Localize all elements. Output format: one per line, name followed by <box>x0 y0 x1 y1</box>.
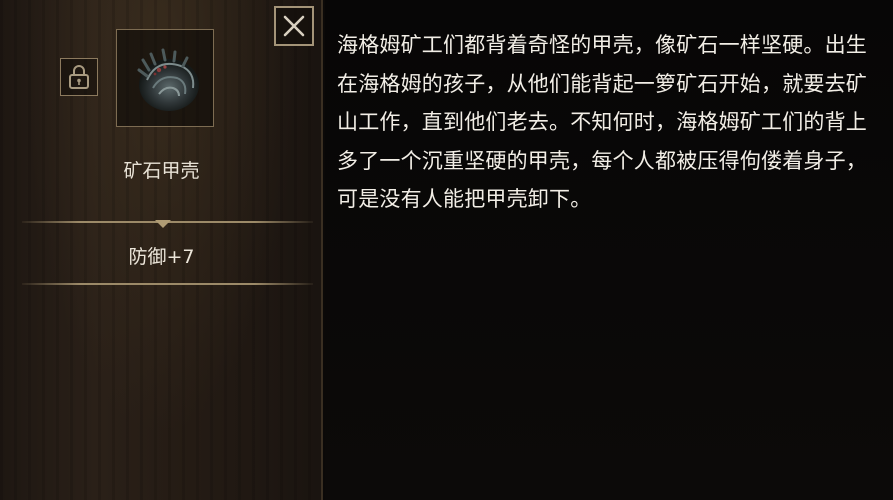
stat-value: 防御+7 <box>128 246 195 268</box>
item-description: 海格姆矿工们都背着奇怪的甲壳，像矿石一样坚硬。出生在海格姆的孩子，从他们能背起一… <box>337 33 867 212</box>
stat-box: 防御+7 <box>0 220 323 285</box>
close-button[interactable] <box>274 6 314 46</box>
item-name: 矿石甲壳 <box>123 160 200 182</box>
stat-notch-marker <box>155 220 171 228</box>
item-icon-frame <box>116 29 214 127</box>
shell-armor-icon <box>137 48 199 111</box>
item-description-panel: 海格姆矿工们都背着奇怪的甲壳，像矿石一样坚硬。出生在海格姆的孩子，从他们能背起一… <box>325 0 893 500</box>
item-detail-panel: 矿石甲壳 防御+7 <box>0 0 323 500</box>
lock-button[interactable] <box>60 58 98 96</box>
stat-divider-bottom <box>22 283 313 285</box>
lock-icon <box>69 65 89 89</box>
close-icon <box>283 15 305 37</box>
